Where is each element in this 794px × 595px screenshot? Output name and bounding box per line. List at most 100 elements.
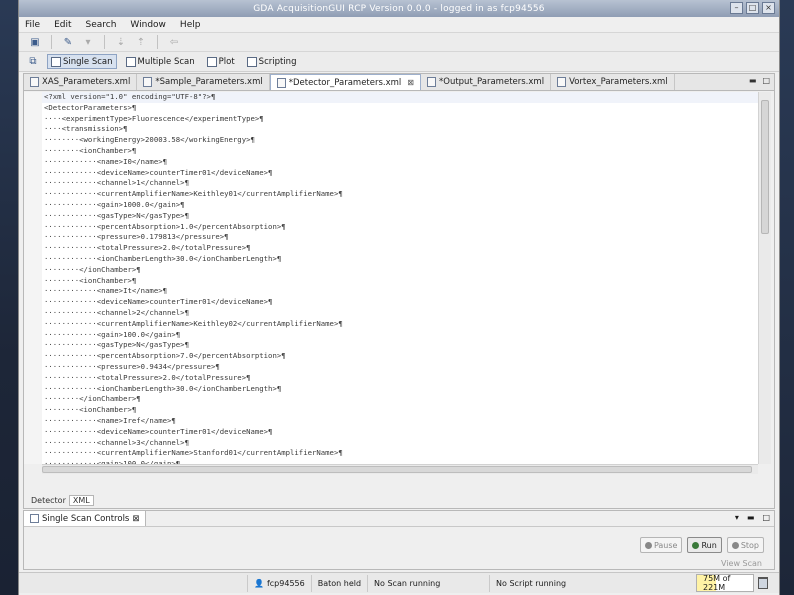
perspective-single-scan[interactable]: Single Scan xyxy=(47,54,117,69)
heap-status[interactable]: 75M of 221M xyxy=(696,574,754,592)
code-line: ············<gasType>N</gasType>¶ xyxy=(44,340,189,350)
button-label: Run xyxy=(701,540,717,550)
tab-sample-parameters[interactable]: *Sample_Parameters.xml xyxy=(137,74,270,90)
tab-detector-parameters[interactable]: *Detector_Parameters.xml ⊠ xyxy=(269,74,421,90)
code-line: ············<currentAmplifierName>Stanfo… xyxy=(44,448,343,458)
menu-file[interactable]: File xyxy=(25,20,40,30)
code-line: ············<channel>2</channel>¶ xyxy=(44,307,189,317)
code-line: ············<name>It</name>¶ xyxy=(44,286,168,296)
xml-file-icon xyxy=(427,77,436,87)
editor-tabs: XAS_Parameters.xml *Sample_Parameters.xm… xyxy=(24,74,774,91)
tab-single-scan-controls[interactable]: Single Scan Controls ⊠ xyxy=(24,511,147,526)
toolbar-separator xyxy=(104,35,105,49)
code-line: ············<currentAmplifierName>Keithl… xyxy=(44,318,343,328)
xml-file-icon xyxy=(30,77,39,87)
run-icon xyxy=(692,541,700,549)
status-scan: No Scan running xyxy=(367,574,489,592)
code-line: <?xml version="1.0" encoding="UTF-8"?>¶ xyxy=(42,92,758,103)
new-wizard-icon[interactable]: ✎ xyxy=(60,35,76,49)
pause-button[interactable]: Pause xyxy=(639,537,683,553)
editor-ruler xyxy=(24,92,42,464)
editor-area: XAS_Parameters.xml *Sample_Parameters.xm… xyxy=(23,73,775,509)
perspective-scripting[interactable]: Scripting xyxy=(244,54,300,69)
perspective-multiple-scan[interactable]: Multiple Scan xyxy=(123,54,198,69)
toolbar-separator xyxy=(51,35,52,49)
scroll-thumb[interactable] xyxy=(761,100,769,234)
view-tabs: Single Scan Controls ⊠ ▾ ▬ □ xyxy=(24,511,774,527)
code-line: ············<name>Iref</name>¶ xyxy=(44,415,176,425)
minimize-button[interactable]: – xyxy=(730,2,743,14)
maximize-button[interactable]: □ xyxy=(746,2,759,14)
editor-tab-controls: ▬ □ xyxy=(749,76,770,85)
code-line: ············<channel>1</channel>¶ xyxy=(44,178,189,188)
close-tab-icon[interactable]: ⊠ xyxy=(407,78,414,87)
pause-icon xyxy=(644,541,652,549)
tab-vortex-parameters[interactable]: Vortex_Parameters.xml xyxy=(551,74,675,90)
menu-search[interactable]: Search xyxy=(86,20,117,30)
prev-annotation-icon[interactable]: ⇡ xyxy=(133,35,149,49)
perspective-label: Multiple Scan xyxy=(137,56,195,67)
scroll-thumb[interactable] xyxy=(42,466,752,473)
stop-icon xyxy=(731,541,739,549)
menu-window[interactable]: Window xyxy=(130,20,166,30)
tab-label: *Detector_Parameters.xml xyxy=(288,77,402,88)
code-line: ············<gain>100.0</gain>¶ xyxy=(44,329,181,339)
tab-xas-parameters[interactable]: XAS_Parameters.xml xyxy=(24,74,138,90)
horizontal-scrollbar[interactable] xyxy=(42,464,758,474)
scan-control-buttons: Pause Run Stop xyxy=(639,537,764,553)
user-name: fcp94556 xyxy=(266,578,305,588)
single-scan-controls-view: Single Scan Controls ⊠ ▾ ▬ □ Pause Run S… xyxy=(23,510,775,570)
next-annotation-icon[interactable]: ⇣ xyxy=(113,35,129,49)
code-line: ············<currentAmplifierName>Keithl… xyxy=(44,189,343,199)
code-line: ············<totalPressure>2.0</totalPre… xyxy=(44,372,251,382)
perspective-label: Plot xyxy=(218,56,235,67)
page-tab-detector[interactable]: Detector xyxy=(28,496,69,505)
minimize-icon[interactable]: ▬ xyxy=(747,513,755,522)
menu-bar: File Edit Search Window Help xyxy=(19,17,779,32)
code-line: ····<transmission>¶ xyxy=(44,124,128,134)
save-icon[interactable]: ▣ xyxy=(27,35,43,49)
maximize-icon[interactable]: □ xyxy=(762,513,770,522)
code-line: ············<deviceName>counterTimer01</… xyxy=(44,297,273,307)
stop-button[interactable]: Stop xyxy=(726,537,764,553)
back-icon[interactable]: ⇦ xyxy=(166,35,182,49)
page-tab-xml[interactable]: XML xyxy=(68,494,94,506)
minimize-icon[interactable]: ▬ xyxy=(749,76,757,85)
vertical-scrollbar[interactable] xyxy=(758,92,771,464)
perspective-plot[interactable]: Plot xyxy=(204,54,238,69)
perspective-label: Single Scan xyxy=(63,56,113,67)
xml-source-editor[interactable]: <?xml version="1.0" encoding="UTF-8"?>¶ <… xyxy=(42,92,758,464)
app-window: GDA AcquisitionGUI RCP Version 0.0.0 - l… xyxy=(18,0,780,595)
tab-output-parameters[interactable]: *Output_Parameters.xml xyxy=(421,74,552,90)
garbage-collect-icon[interactable] xyxy=(758,577,768,589)
open-perspective-icon[interactable]: ⧉ xyxy=(25,55,41,69)
code-line: ········</ionChamber>¶ xyxy=(44,394,141,404)
close-tab-icon[interactable]: ⊠ xyxy=(132,514,139,524)
code-line: ····<experimentType>Fluorescence</experi… xyxy=(44,113,264,123)
tab-label: XAS_Parameters.xml xyxy=(42,77,131,87)
code-line: ········<workingEnergy>20003.58</working… xyxy=(44,135,255,145)
run-button[interactable]: Run xyxy=(687,537,722,553)
close-button[interactable]: × xyxy=(762,2,775,14)
code-line: ············<percentAbsorption>7.0</perc… xyxy=(44,351,286,361)
code-line: ············<ionChamberLength>30.0</ionC… xyxy=(44,253,282,263)
dropdown-icon[interactable]: ▾ xyxy=(80,35,96,49)
code-line: ············<totalPressure>2.0</totalPre… xyxy=(44,243,251,253)
maximize-icon[interactable]: □ xyxy=(762,76,770,85)
toolbar-separator xyxy=(157,35,158,49)
view-scan-link[interactable]: View Scan xyxy=(721,559,762,568)
perspective-label: Scripting xyxy=(258,56,297,67)
view-menu-icon[interactable]: ▾ xyxy=(735,513,739,522)
scripting-icon xyxy=(246,56,257,67)
menu-edit[interactable]: Edit xyxy=(54,20,71,30)
menu-help[interactable]: Help xyxy=(180,20,201,30)
code-line: ············<deviceName>counterTimer01</… xyxy=(44,426,273,436)
code-line: ········<ionChamber>¶ xyxy=(44,275,137,285)
view-icon xyxy=(30,514,39,523)
xml-file-icon xyxy=(557,77,567,87)
status-bar: 👤 fcp94556 Baton held No Scan running No… xyxy=(19,572,779,593)
button-label: Pause xyxy=(653,540,678,550)
xml-file-icon xyxy=(276,77,286,88)
code-line: ············<percentAbsorption>1.0</perc… xyxy=(44,221,286,231)
title-bar[interactable]: GDA AcquisitionGUI RCP Version 0.0.0 - l… xyxy=(19,0,779,17)
